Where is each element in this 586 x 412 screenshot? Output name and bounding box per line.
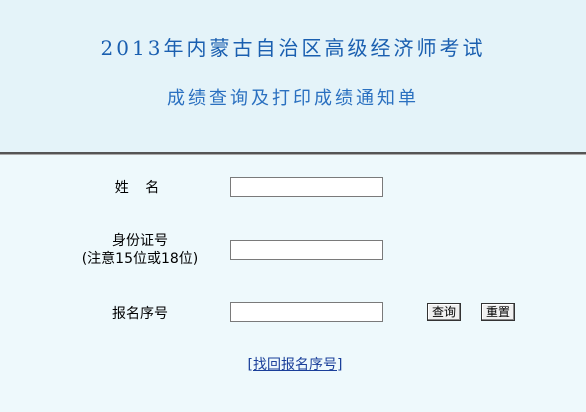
divider-shadow: [0, 154, 586, 155]
name-label: 姓 名: [114, 180, 166, 196]
header-banner: 2013年内蒙古自治区高级经济师考试 成绩查询及打印成绩通知单: [0, 0, 586, 152]
id-label: 身份证号: [112, 233, 168, 249]
reg-number-input[interactable]: [230, 302, 383, 322]
query-button[interactable]: 查询: [427, 303, 462, 321]
id-label-block: 身份证号 (注意15位或18位): [70, 232, 210, 268]
id-number-input[interactable]: [230, 240, 383, 260]
id-hint: (注意15位或18位): [81, 251, 199, 267]
recover-reg-number-link[interactable]: [找回报名序号]: [232, 354, 358, 374]
reset-button[interactable]: 重置: [481, 303, 516, 321]
page-title: 2013年内蒙古自治区高级经济师考试: [100, 36, 486, 60]
name-input[interactable]: [230, 177, 383, 197]
reg-number-label: 报名序号: [112, 306, 168, 322]
page-subtitle: 成绩查询及打印成绩通知单: [167, 88, 419, 109]
